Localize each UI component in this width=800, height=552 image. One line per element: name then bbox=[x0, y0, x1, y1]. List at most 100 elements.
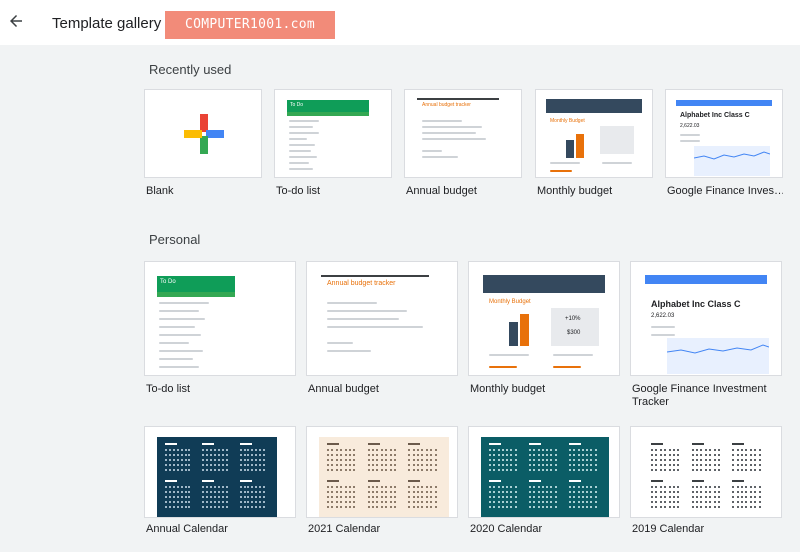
calendar-day-mark bbox=[590, 491, 593, 493]
calendar-day-mark bbox=[408, 469, 411, 471]
template-thumbnail[interactable]: Alphabet Inc Class C 2,622.03 bbox=[630, 261, 782, 376]
calendar-day-mark bbox=[176, 449, 179, 451]
calendar-day-mark bbox=[188, 506, 191, 508]
calendar-day-mark bbox=[529, 501, 531, 503]
calendar-day-mark bbox=[700, 506, 703, 508]
template-card-todo-list[interactable]: To Do To-do list bbox=[144, 261, 296, 413]
calendar-day-mark bbox=[672, 459, 675, 461]
calendar-day-mark bbox=[353, 459, 356, 461]
calendar-day-mark bbox=[590, 506, 593, 508]
calendar-day-mark bbox=[546, 454, 549, 456]
calendar-day-mark bbox=[348, 501, 351, 503]
template-card-monthly-budget[interactable]: Monthly Budget Monthly budget bbox=[535, 89, 653, 201]
calendar-day-mark bbox=[506, 469, 509, 471]
calendar-day-mark bbox=[489, 486, 491, 488]
calendar-day-mark bbox=[408, 449, 411, 451]
calendar-day-mark bbox=[754, 501, 757, 503]
calendar-day-mark bbox=[537, 506, 540, 508]
calendar-day-mark bbox=[590, 486, 593, 488]
calendar-day-mark bbox=[700, 469, 703, 471]
calendar-day-mark bbox=[243, 491, 246, 493]
calendar-day-mark bbox=[541, 486, 544, 488]
calendar-day-mark bbox=[217, 506, 220, 508]
calendar-day-mark bbox=[709, 491, 712, 493]
calendar-day-mark bbox=[709, 459, 712, 461]
template-thumbnail[interactable]: Monthly Budget bbox=[535, 89, 653, 178]
template-thumbnail[interactable]: Annual budget tracker bbox=[404, 89, 522, 178]
calendar-day-mark bbox=[255, 501, 258, 503]
back-arrow-icon[interactable] bbox=[7, 12, 25, 30]
template-card-blank[interactable]: Blank bbox=[144, 89, 262, 201]
template-card-todo-list[interactable]: To Do To-do list bbox=[274, 89, 392, 201]
calendar-day-mark bbox=[569, 469, 571, 471]
calendar-day-mark bbox=[691, 491, 694, 493]
calendar-day-mark bbox=[380, 486, 383, 488]
calendar-day-mark bbox=[672, 486, 675, 488]
calendar-day-mark bbox=[393, 464, 396, 466]
calendar-day-mark bbox=[217, 496, 220, 498]
template-card-annual-budget[interactable]: Annual budget tracker Annual budget bbox=[404, 89, 522, 201]
calendar-day-mark bbox=[577, 496, 580, 498]
calendar-day-mark bbox=[168, 491, 171, 493]
calendar-day-mark bbox=[210, 491, 213, 493]
template-card-2019-calendar[interactable]: 2019 Calendar bbox=[630, 426, 782, 540]
calendar-day-mark bbox=[214, 491, 217, 493]
calendar-day-mark bbox=[184, 459, 187, 461]
calendar-day-mark bbox=[501, 486, 504, 488]
template-card-monthly-budget[interactable]: Monthly Budget +10% $300 Monthly budget bbox=[468, 261, 620, 413]
template-thumbnail[interactable] bbox=[630, 426, 782, 518]
calendar-day-mark bbox=[247, 506, 250, 508]
calendar-day-mark bbox=[408, 464, 411, 466]
calendar-day-mark bbox=[202, 459, 205, 461]
calendar-day-mark bbox=[202, 491, 205, 493]
calendar-day-mark bbox=[327, 469, 329, 471]
calendar-day-mark bbox=[704, 506, 707, 508]
template-card-2021-calendar[interactable]: 2021 Calendar bbox=[306, 426, 458, 540]
template-card-google-finance[interactable]: Alphabet Inc Class C 2,622.03 Google Fin… bbox=[665, 89, 783, 201]
calendar-month-heading bbox=[651, 480, 663, 482]
template-thumbnail[interactable] bbox=[144, 89, 262, 178]
template-card-annual-budget[interactable]: Annual budget tracker Annual budget bbox=[306, 261, 458, 413]
calendar-day-mark bbox=[541, 496, 544, 498]
calendar-day-mark bbox=[493, 464, 496, 466]
calendar-day-mark bbox=[510, 501, 513, 503]
calendar-day-mark bbox=[251, 506, 254, 508]
calendar-day-mark bbox=[554, 501, 557, 503]
calendar-day-mark bbox=[372, 501, 375, 503]
template-thumbnail[interactable] bbox=[306, 426, 458, 518]
calendar-day-mark bbox=[331, 449, 334, 451]
calendar-day-mark bbox=[417, 486, 420, 488]
calendar-day-mark bbox=[677, 469, 680, 471]
calendar-day-mark bbox=[651, 454, 653, 456]
calendar-day-mark bbox=[732, 454, 735, 456]
calendar-day-mark bbox=[749, 491, 752, 493]
calendar-day-mark bbox=[385, 464, 388, 466]
calendar-day-mark bbox=[372, 496, 375, 498]
calendar-day-mark bbox=[389, 454, 392, 456]
calendar-day-mark bbox=[184, 501, 187, 503]
template-thumbnail[interactable]: Alphabet Inc Class C 2,622.03 bbox=[665, 89, 783, 178]
template-thumbnail[interactable]: To Do bbox=[274, 89, 392, 178]
template-thumbnail[interactable] bbox=[144, 426, 296, 518]
calendar-day-mark bbox=[546, 459, 549, 461]
calendar-day-mark bbox=[172, 464, 175, 466]
calendar-day-mark bbox=[188, 459, 191, 461]
template-thumbnail[interactable]: To Do bbox=[144, 261, 296, 376]
calendar-month-heading bbox=[239, 443, 252, 445]
calendar-day-mark bbox=[586, 486, 589, 488]
template-thumbnail[interactable]: Annual budget tracker bbox=[306, 261, 458, 376]
template-thumbnail[interactable]: Monthly Budget +10% $300 bbox=[468, 261, 620, 376]
calendar-day-mark bbox=[668, 464, 671, 466]
calendar-day-mark bbox=[577, 469, 580, 471]
calendar-day-mark bbox=[367, 469, 370, 471]
calendar-day-mark bbox=[344, 464, 347, 466]
calendar-day-mark bbox=[668, 454, 671, 456]
calendar-day-mark bbox=[263, 496, 266, 498]
calendar-day-mark bbox=[344, 469, 347, 471]
template-thumbnail[interactable] bbox=[468, 426, 620, 518]
template-card-2020-calendar[interactable]: 2020 Calendar bbox=[468, 426, 620, 540]
template-card-google-finance[interactable]: Alphabet Inc Class C 2,622.03 Google Fin… bbox=[630, 261, 782, 413]
template-label: To-do list bbox=[146, 383, 191, 395]
calendar-day-mark bbox=[353, 506, 356, 508]
template-card-annual-calendar[interactable]: Annual Calendar bbox=[144, 426, 296, 540]
